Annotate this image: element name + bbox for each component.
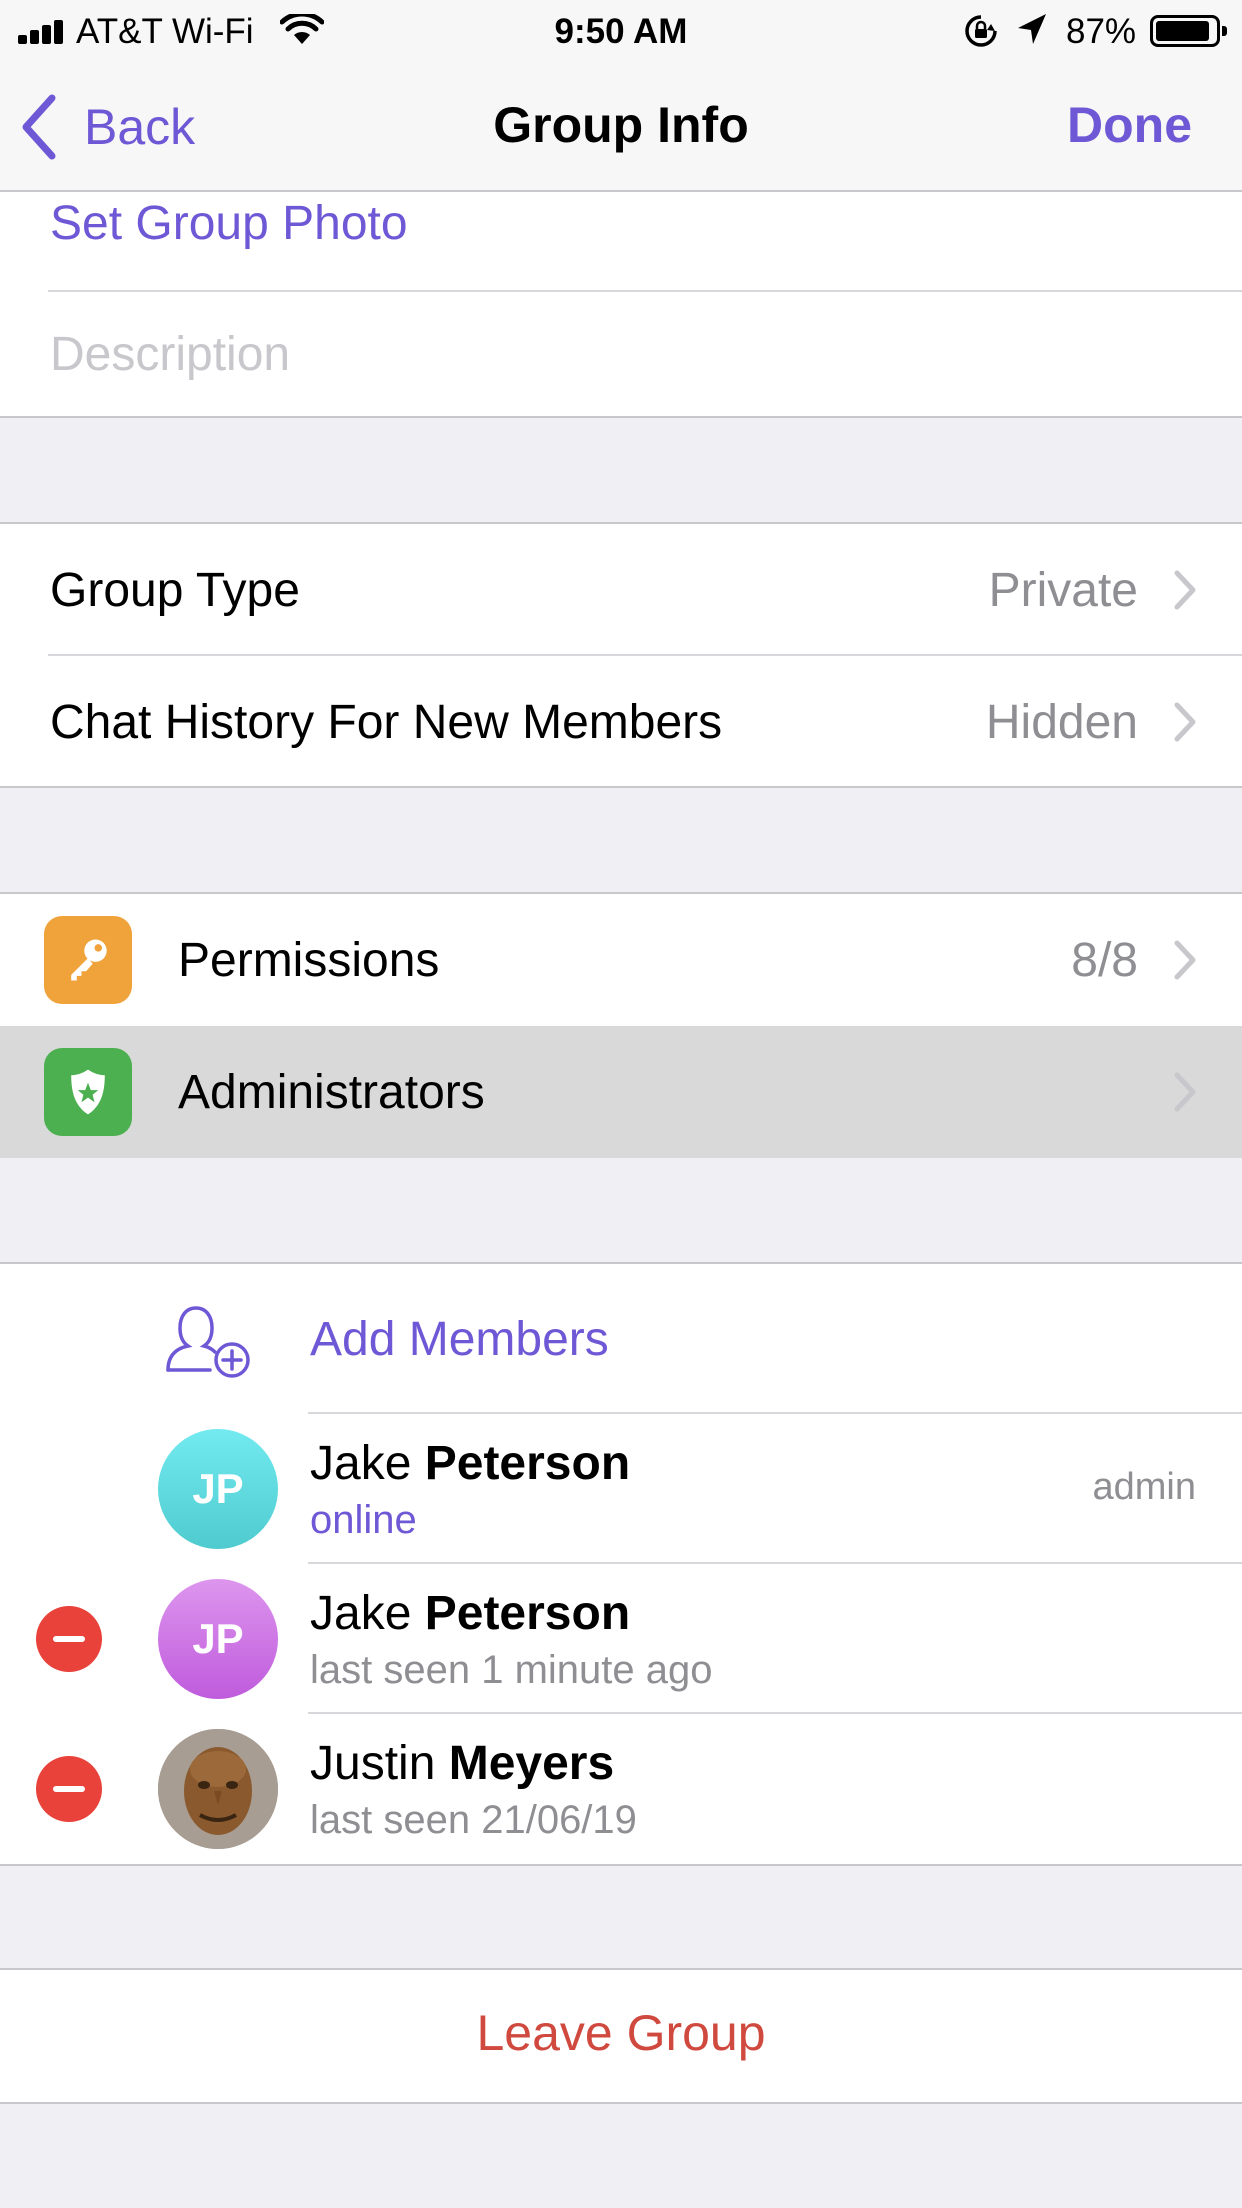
set-group-photo-button[interactable]: Set Group Photo bbox=[50, 196, 408, 251]
member-status: online bbox=[310, 1498, 417, 1542]
avatar bbox=[158, 1729, 278, 1849]
top-bar: AT&T Wi-Fi 9:50 AM 87% Back Group Info D… bbox=[0, 0, 1242, 192]
info-group: Set Group Photo Description bbox=[0, 192, 1242, 418]
member-row[interactable]: JP Jake Peterson last seen 1 minute ago bbox=[0, 1564, 1242, 1714]
remove-icon[interactable] bbox=[36, 1606, 102, 1672]
page-title: Group Info bbox=[493, 97, 749, 153]
chevron-right-icon bbox=[1174, 702, 1196, 742]
rotation-lock-icon bbox=[965, 15, 997, 47]
permissions-value: 8/8 bbox=[1071, 933, 1138, 987]
chat-history-row[interactable]: Chat History For New Members Hidden bbox=[0, 656, 1242, 788]
group-type-row[interactable]: Group Type Private bbox=[0, 524, 1242, 656]
permissions-label: Permissions bbox=[178, 933, 440, 987]
group-type-label: Group Type bbox=[50, 563, 300, 617]
set-group-photo-row[interactable]: Set Group Photo bbox=[0, 192, 1242, 292]
status-bar: AT&T Wi-Fi 9:50 AM 87% bbox=[0, 0, 1242, 62]
chat-history-label: Chat History For New Members bbox=[50, 695, 723, 749]
clock: 9:50 AM bbox=[554, 12, 688, 51]
done-button[interactable]: Done bbox=[1067, 96, 1192, 154]
shield-star-icon bbox=[44, 1048, 132, 1136]
battery-icon bbox=[1150, 15, 1227, 47]
member-role-badge: admin bbox=[1092, 1466, 1197, 1508]
admin-group: Permissions 8/8 Administrators bbox=[0, 892, 1242, 1158]
description-row[interactable]: Description bbox=[0, 292, 1242, 416]
avatar: JP bbox=[158, 1429, 278, 1549]
add-member-icon bbox=[166, 1306, 250, 1378]
leave-group-section: Leave Group bbox=[0, 1968, 1242, 2104]
key-icon bbox=[44, 916, 132, 1004]
battery-percent: 87% bbox=[1066, 12, 1137, 51]
chevron-right-icon bbox=[1174, 1072, 1196, 1112]
members-group: Add Members JP Jake Peterson online admi… bbox=[0, 1262, 1242, 1866]
member-status: last seen 21/06/19 bbox=[310, 1798, 637, 1842]
member-name: Jake Peterson bbox=[310, 1587, 631, 1640]
permissions-row[interactable]: Permissions 8/8 bbox=[0, 894, 1242, 1026]
member-row[interactable]: Justin Meyers last seen 21/06/19 bbox=[0, 1714, 1242, 1864]
avatar: JP bbox=[158, 1579, 278, 1699]
administrators-label: Administrators bbox=[178, 1065, 485, 1119]
member-name: Justin Meyers bbox=[310, 1737, 615, 1790]
member-name: Jake Peterson bbox=[310, 1437, 631, 1490]
add-members-row[interactable]: Add Members bbox=[0, 1264, 1242, 1414]
chevron-right-icon bbox=[1174, 570, 1196, 610]
chevron-right-icon bbox=[1174, 940, 1196, 980]
member-status: last seen 1 minute ago bbox=[310, 1648, 713, 1692]
administrators-row[interactable]: Administrators bbox=[0, 1026, 1242, 1158]
settings-group: Group Type Private Chat History For New … bbox=[0, 522, 1242, 788]
location-icon bbox=[1018, 14, 1046, 44]
leave-group-button[interactable]: Leave Group bbox=[0, 2004, 1242, 2062]
remove-icon[interactable] bbox=[36, 1756, 102, 1822]
member-row[interactable]: JP Jake Peterson online admin bbox=[0, 1414, 1242, 1564]
chat-history-value: Hidden bbox=[985, 695, 1138, 749]
group-type-value: Private bbox=[988, 563, 1138, 617]
description-field[interactable]: Description bbox=[50, 327, 290, 382]
add-members-label: Add Members bbox=[310, 1312, 609, 1366]
